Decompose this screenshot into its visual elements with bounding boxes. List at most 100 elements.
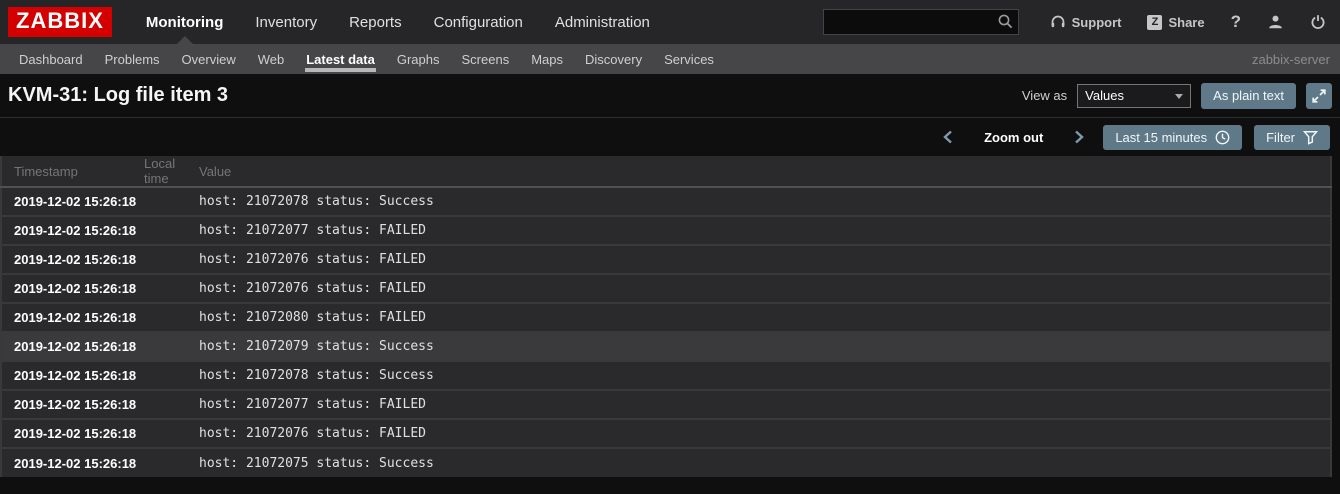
local-time-cell — [132, 215, 199, 245]
local-time-cell — [132, 360, 199, 390]
search-input[interactable] — [822, 9, 1019, 35]
help-link[interactable]: ? — [1218, 12, 1254, 32]
main-menu: Monitoring Inventory Reports Configurati… — [130, 0, 666, 44]
value-cell: host: 21072076 status: FAILED — [199, 244, 1331, 274]
share-z-icon: Z — [1147, 14, 1163, 30]
timestamp-cell: 2019-12-02 15:26:18 — [1, 302, 136, 332]
timestamp-cell: 2019-12-02 15:26:18 — [1, 215, 136, 245]
view-as-label: View as — [1021, 88, 1068, 103]
server-name-label: zabbix-server — [1251, 51, 1330, 67]
table-row: 2019-12-02 15:26:18 host: 21072080 statu… — [1, 302, 1331, 332]
share-link[interactable]: Z Share — [1134, 14, 1217, 30]
local-time-cell — [132, 273, 199, 303]
title-controls: View as Values As plain text — [1021, 82, 1332, 109]
value-cell: host: 21072075 status: Success — [199, 447, 1331, 477]
value-cell: host: 21072077 status: FAILED — [199, 215, 1331, 245]
profile-link[interactable] — [1254, 14, 1297, 30]
table-row: 2019-12-02 15:26:18 host: 21072079 statu… — [1, 331, 1331, 361]
active-tab-underline — [305, 68, 376, 72]
top-bar: ZABBIX Monitoring Inventory Reports Conf… — [0, 0, 1340, 44]
menu-item-inventory[interactable]: Inventory — [239, 0, 333, 44]
timestamp-cell: 2019-12-02 15:26:18 — [1, 187, 136, 216]
column-header-local-time: Local time — [132, 156, 199, 188]
active-menu-caret — [176, 36, 193, 44]
question-mark-icon: ? — [1230, 12, 1241, 31]
fullscreen-button[interactable] — [1306, 82, 1332, 109]
sub-menu-list: Dashboard Problems Overview Web Latest d… — [8, 44, 725, 74]
time-forward-button[interactable] — [1067, 130, 1091, 144]
table-row: 2019-12-02 15:26:18 host: 21072078 statu… — [1, 187, 1331, 216]
subnav-latest-data[interactable]: Latest data — [295, 44, 386, 74]
view-as-select[interactable]: Values — [1077, 83, 1192, 108]
value-cell: host: 21072079 status: Success — [199, 331, 1331, 361]
timestamp-cell: 2019-12-02 15:26:18 — [1, 389, 136, 419]
zabbix-logo[interactable]: ZABBIX — [8, 7, 112, 37]
user-icon — [1267, 14, 1284, 30]
menu-item-monitoring[interactable]: Monitoring — [130, 0, 239, 44]
table-row: 2019-12-02 15:26:18 host: 21072076 statu… — [1, 273, 1331, 303]
subnav-services[interactable]: Services — [653, 44, 725, 74]
power-icon — [1310, 14, 1326, 30]
zoom-out-button[interactable]: Zoom out — [960, 130, 1067, 145]
subnav-screens[interactable]: Screens — [451, 44, 521, 74]
table-header: Timestamp Local time Value — [1, 156, 1331, 188]
time-range-button[interactable]: Last 15 minutes — [1103, 124, 1243, 150]
page-title: KVM-31: Log file item 3 — [8, 84, 229, 106]
column-header-value: Value — [199, 156, 1331, 188]
timestamp-cell: 2019-12-02 15:26:18 — [1, 418, 136, 448]
filter-button[interactable]: Filter — [1254, 124, 1330, 150]
subnav-maps[interactable]: Maps — [520, 44, 574, 74]
logout-link[interactable] — [1297, 14, 1330, 30]
headset-icon — [1050, 14, 1066, 30]
menu-item-administration[interactable]: Administration — [539, 0, 666, 44]
chevron-down-icon — [1175, 93, 1184, 99]
view-as-selected-value: Values — [1085, 88, 1124, 103]
table-row: 2019-12-02 15:26:18 host: 21072076 statu… — [1, 418, 1331, 448]
subnav-problems[interactable]: Problems — [94, 44, 171, 74]
sub-menu: Dashboard Problems Overview Web Latest d… — [0, 44, 1340, 74]
local-time-cell — [132, 389, 199, 419]
table-body: 2019-12-02 15:26:18 host: 21072078 statu… — [1, 187, 1331, 477]
menu-item-reports[interactable]: Reports — [333, 0, 418, 44]
search-box — [822, 9, 1019, 35]
local-time-cell — [132, 187, 199, 216]
support-link[interactable]: Support — [1037, 14, 1135, 30]
value-cell: host: 21072077 status: FAILED — [199, 389, 1331, 419]
timestamp-cell: 2019-12-02 15:26:18 — [1, 273, 136, 303]
local-time-cell — [132, 302, 199, 332]
local-time-cell — [132, 331, 199, 361]
table-row: 2019-12-02 15:26:18 host: 21072075 statu… — [1, 447, 1331, 477]
timestamp-cell: 2019-12-02 15:26:18 — [1, 360, 136, 390]
subnav-discovery[interactable]: Discovery — [574, 44, 653, 74]
timestamp-cell: 2019-12-02 15:26:18 — [1, 331, 136, 361]
time-filter-bar: Zoom out Last 15 minutes Filter — [0, 118, 1340, 156]
table-row: 2019-12-02 15:26:18 host: 21072078 statu… — [1, 360, 1331, 390]
value-cell: host: 21072078 status: Success — [199, 360, 1331, 390]
menu-item-configuration[interactable]: Configuration — [418, 0, 539, 44]
table-row: 2019-12-02 15:26:18 host: 21072077 statu… — [1, 389, 1331, 419]
value-cell: host: 21072080 status: FAILED — [199, 302, 1331, 332]
topbar-right: Support Z Share ? — [822, 9, 1330, 35]
funnel-icon — [1303, 130, 1318, 145]
local-time-cell — [132, 244, 199, 274]
history-table: Timestamp Local time Value 2019-12-02 15… — [0, 156, 1332, 477]
subnav-dashboard[interactable]: Dashboard — [8, 44, 94, 74]
fullscreen-icon — [1312, 88, 1326, 103]
time-back-button[interactable] — [936, 130, 960, 144]
local-time-cell — [132, 447, 199, 477]
subnav-overview[interactable]: Overview — [171, 44, 247, 74]
subnav-graphs[interactable]: Graphs — [386, 44, 451, 74]
timestamp-cell: 2019-12-02 15:26:18 — [1, 447, 136, 477]
search-icon[interactable] — [997, 13, 1014, 30]
page-header: KVM-31: Log file item 3 View as Values A… — [0, 74, 1340, 118]
value-cell: host: 21072078 status: Success — [199, 187, 1331, 216]
as-plain-text-button[interactable]: As plain text — [1201, 82, 1296, 109]
subnav-web[interactable]: Web — [247, 44, 296, 74]
clock-icon — [1215, 130, 1230, 145]
column-header-timestamp: Timestamp — [1, 156, 132, 188]
value-cell: host: 21072076 status: FAILED — [199, 273, 1331, 303]
value-cell: host: 21072076 status: FAILED — [199, 418, 1331, 448]
table-row: 2019-12-02 15:26:18 host: 21072077 statu… — [1, 215, 1331, 245]
local-time-cell — [132, 418, 199, 448]
table-row: 2019-12-02 15:26:18 host: 21072076 statu… — [1, 244, 1331, 274]
